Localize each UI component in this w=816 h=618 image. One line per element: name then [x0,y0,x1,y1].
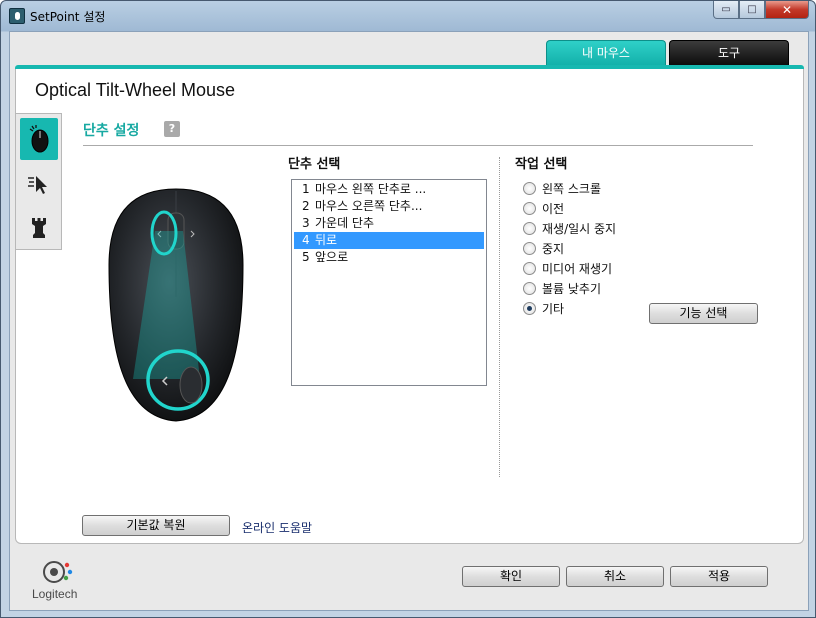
mouse-settings-panel: Optical Tilt-Wheel Mouse 단추 설정 ? 단추 선택 1… [15,69,804,544]
side-tab-buttons[interactable] [20,118,58,160]
settings-side-tabs [16,113,62,250]
online-help-link[interactable]: 온라인 도움말 [242,519,312,536]
section-title: 단추 설정 [83,123,140,139]
maximize-button[interactable]: □ [739,1,765,19]
list-item[interactable]: 1 마우스 왼쪽 단추로 ... [292,181,486,198]
side-tab-pointer[interactable] [20,163,58,205]
radio-label: 미디어 재생기 [542,261,613,276]
list-item-label: 가운데 단추 [315,216,375,230]
pointer-speed-icon [28,176,47,194]
radio-volume-down[interactable]: 볼륨 낮추기 [523,279,601,297]
window-controls: ▭ □ ✕ [713,1,809,19]
radio-play-pause[interactable]: 재생/일시 중지 [523,219,616,237]
radio-media-player[interactable]: 미디어 재생기 [523,259,612,277]
list-item[interactable]: 2 마우스 오른쪽 단추... [292,198,486,215]
tab-tools[interactable]: 도구 [669,40,789,65]
list-item-number: 1 [302,182,310,196]
apply-button[interactable]: 적용 [670,566,768,587]
list-item-label: 마우스 오른쪽 단추... [315,199,423,213]
list-item-number: 2 [302,199,310,213]
section-divider [83,145,753,146]
setpoint-app-icon [9,8,25,24]
radio-label: 기타 [542,301,565,316]
radio-label: 이전 [542,201,565,216]
radio-other[interactable]: 기타 [523,299,564,317]
side-tab-games[interactable] [20,207,58,249]
maximize-icon: □ [747,4,757,15]
radio-icon [523,181,536,195]
radio-icon [523,241,536,255]
select-function-button[interactable]: 기능 선택 [649,303,758,324]
setpoint-window: SetPoint 설정 ▭ □ ✕ 내 마우스 도구 Optical Tilt-… [0,0,816,618]
radio-previous[interactable]: 이전 [523,199,564,217]
chess-rook-icon [32,218,46,238]
list-item-selected[interactable]: 4 뒤로 [294,232,484,249]
list-item-label: 마우스 왼쪽 단추로 ... [315,182,427,196]
list-item-label: 뒤로 [315,233,338,247]
list-item-number: 4 [302,233,310,247]
title-bar[interactable]: SetPoint 설정 ▭ □ ✕ [1,1,815,31]
logitech-logo: Logitech [32,557,92,605]
close-button[interactable]: ✕ [765,1,809,19]
tab-my-mouse[interactable]: 내 마우스 [546,40,666,65]
radio-stop[interactable]: 중지 [523,239,564,257]
cancel-button[interactable]: 취소 [566,566,664,587]
radio-checked-icon [523,301,536,315]
column-divider [499,157,500,477]
radio-left-scroll[interactable]: 왼쪽 스크롤 [523,179,601,197]
device-name: Optical Tilt-Wheel Mouse [35,80,236,100]
close-icon: ✕ [781,2,793,17]
radio-label: 재생/일시 중지 [542,221,617,236]
window-title: SetPoint 설정 [30,10,106,24]
radio-label: 볼륨 낮추기 [542,281,602,296]
help-icon[interactable]: ? [164,121,180,137]
minimize-button[interactable]: ▭ [713,1,739,19]
radio-icon [523,281,536,295]
minimize-icon: ▭ [721,4,731,15]
restore-defaults-button[interactable]: 기본값 복원 [82,515,230,536]
list-item-number: 5 [302,250,310,264]
list-item[interactable]: 5 앞으로 [292,249,486,266]
logo-text: Logitech [32,587,78,601]
list-item-label: 앞으로 [315,250,349,264]
list-item[interactable]: 3 가운데 단추 [292,215,486,232]
logitech-logo-icon [43,561,73,583]
client-area: 내 마우스 도구 Optical Tilt-Wheel Mouse 단추 설정 … [9,31,809,611]
radio-icon [523,221,536,235]
list-item-number: 3 [302,216,310,230]
radio-icon [523,261,536,275]
task-select-title: 작업 선택 [515,157,568,172]
radio-label: 중지 [542,241,565,256]
radio-label: 왼쪽 스크롤 [542,181,602,196]
radio-icon [523,201,536,215]
button-select-title: 단추 선택 [288,157,341,172]
mouse-buttons-icon [29,125,49,153]
ok-button[interactable]: 확인 [462,566,560,587]
button-list[interactable]: 1 마우스 왼쪽 단추로 ... 2 마우스 오른쪽 단추... 3 가운데 단… [291,179,487,386]
mouse-illustration [108,188,244,422]
